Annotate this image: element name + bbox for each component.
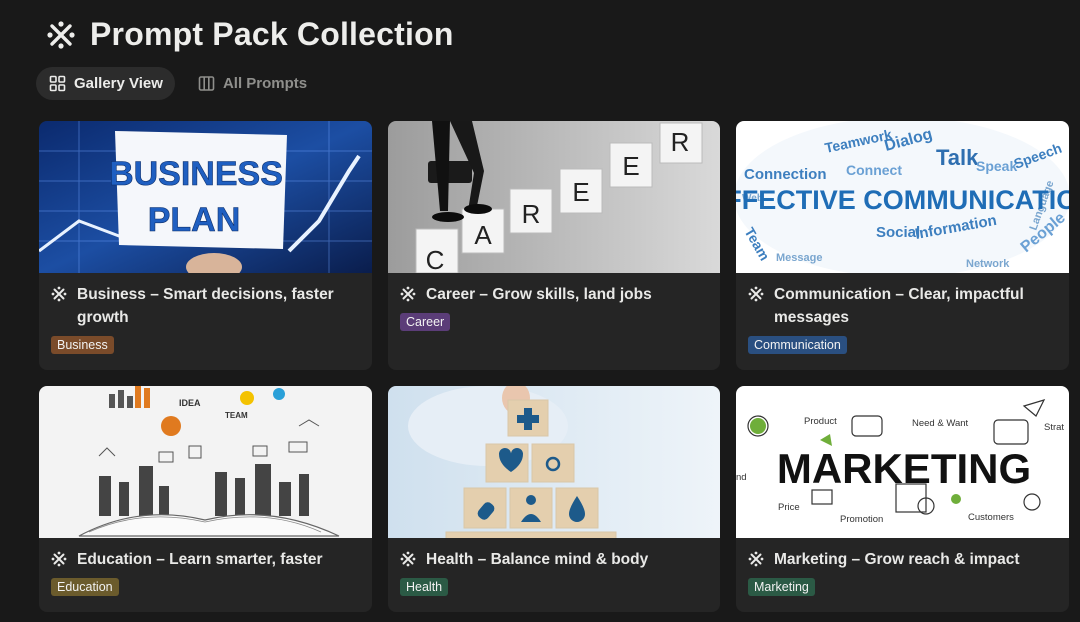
asterisk-icon bbox=[748, 286, 764, 302]
card-cover-image: IDEA TEAM bbox=[39, 386, 372, 538]
tag-badge: Education bbox=[51, 578, 119, 596]
tab-label: Gallery View bbox=[74, 75, 163, 92]
tag-badge: Health bbox=[400, 578, 449, 596]
cover-word: Product bbox=[804, 416, 837, 427]
card-title: Health – Balance mind & body bbox=[426, 551, 649, 568]
asterisk-icon bbox=[748, 551, 764, 567]
tab-all-prompts[interactable]: All Prompts bbox=[185, 67, 319, 100]
word-cloud-word: Talk bbox=[936, 145, 979, 170]
word-cloud-word: Network bbox=[966, 258, 1010, 270]
card-education[interactable]: IDEA TEAM Education – Learn smarter, fas… bbox=[39, 386, 372, 612]
table-icon bbox=[198, 76, 215, 91]
tab-label: All Prompts bbox=[222, 75, 308, 92]
tag-badge: Career bbox=[400, 313, 451, 331]
card-title: Communication – Clear, impactful message… bbox=[774, 286, 1024, 326]
card-cover-image: C A R E E R bbox=[388, 121, 720, 273]
cover-letter: E bbox=[572, 177, 589, 207]
cover-word: Need & Want bbox=[912, 418, 969, 429]
card-health[interactable]: Health – Balance mind & body Health bbox=[388, 386, 720, 612]
asterisk-icon bbox=[400, 551, 416, 567]
gallery-grid: BUSINESS PLAN Business – Smart decisions… bbox=[39, 121, 1069, 612]
card-cover-image bbox=[388, 386, 720, 538]
cover-text: BUSINESS bbox=[109, 155, 283, 193]
card-cover-image: Product Need & Want Strat nd Price Promo… bbox=[736, 386, 1069, 538]
cover-text: MARKETING bbox=[777, 445, 1031, 492]
cover-text: PLAN bbox=[148, 201, 241, 239]
card-marketing[interactable]: Product Need & Want Strat nd Price Promo… bbox=[736, 386, 1069, 612]
cover-text: EFFECTIVE COMMUNICATION bbox=[736, 185, 1069, 215]
word-cloud-word: Connection bbox=[744, 166, 827, 183]
card-communication[interactable]: Talk Teamwork Dialog Connection Connect … bbox=[736, 121, 1069, 370]
card-title: Career – Grow skills, land jobs bbox=[426, 286, 652, 303]
cover-word: nd bbox=[736, 472, 747, 483]
page-title: Prompt Pack Collection bbox=[90, 16, 454, 52]
cover-word: TEAM bbox=[225, 411, 248, 420]
card-cover-image: Talk Teamwork Dialog Connection Connect … bbox=[736, 121, 1069, 273]
cover-letter: R bbox=[522, 199, 541, 229]
tag-badge: Business bbox=[51, 336, 114, 354]
card-title: Education – Learn smarter, faster bbox=[77, 551, 323, 568]
cover-letter: E bbox=[622, 151, 639, 181]
card-career[interactable]: C A R E E R Career – Grow skills, land j… bbox=[388, 121, 720, 370]
view-tabs: Gallery View All Prompts bbox=[36, 67, 319, 100]
word-cloud-word: Connect bbox=[846, 162, 902, 178]
asterisk-icon bbox=[51, 551, 67, 567]
card-cover-image: BUSINESS PLAN bbox=[39, 121, 372, 273]
tab-gallery-view[interactable]: Gallery View bbox=[36, 67, 175, 100]
card-title: Marketing – Grow reach & impact bbox=[774, 551, 1020, 568]
word-cloud-word: Message bbox=[776, 252, 822, 264]
asterisk-icon bbox=[47, 20, 75, 49]
word-cloud-word: Speak bbox=[976, 158, 1017, 174]
cover-letter: R bbox=[671, 127, 690, 157]
cover-letter: A bbox=[474, 220, 492, 250]
page-header: Prompt Pack Collection bbox=[46, 16, 454, 53]
card-business[interactable]: BUSINESS PLAN Business – Smart decisions… bbox=[39, 121, 372, 370]
cover-letter: C bbox=[426, 245, 445, 273]
cover-word: IDEA bbox=[179, 398, 201, 408]
gallery-icon bbox=[49, 75, 66, 92]
cover-word: Strat bbox=[1044, 422, 1064, 433]
tag-badge: Communication bbox=[748, 336, 847, 354]
tag-badge: Marketing bbox=[748, 578, 815, 596]
card-title: Business – Smart decisions, faster growt… bbox=[77, 286, 334, 326]
asterisk-icon bbox=[400, 286, 416, 302]
cover-word: Price bbox=[778, 502, 800, 513]
cover-word: Customers bbox=[968, 512, 1014, 523]
cover-word: Promotion bbox=[840, 514, 883, 525]
asterisk-icon bbox=[51, 286, 67, 302]
